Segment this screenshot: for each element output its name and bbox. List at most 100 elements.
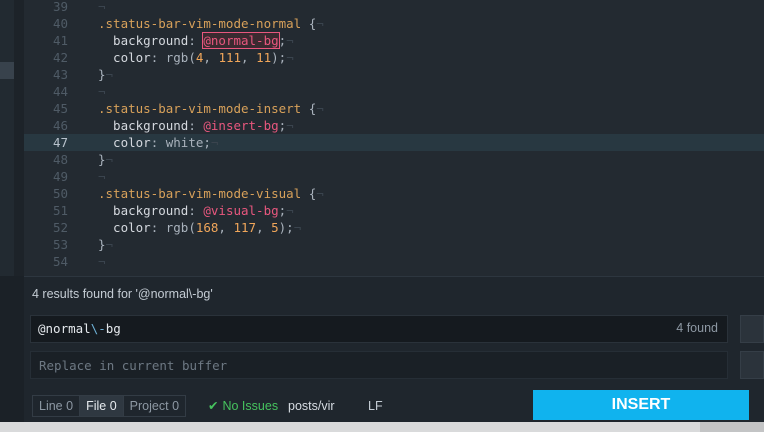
scope-tab-project[interactable]: Project 0 [123, 396, 186, 416]
invisible-eol-marker: ¬ [316, 101, 324, 116]
file-path[interactable]: posts/vir [288, 395, 335, 417]
code-token: } [98, 152, 106, 167]
scope-count: 0 [172, 399, 180, 413]
code-line[interactable]: 47 color: white;¬ [24, 134, 764, 151]
line-code: }¬ [98, 151, 113, 168]
code-token: 117 [233, 220, 257, 235]
scope-label: Line [39, 399, 63, 413]
code-token: : white; [150, 135, 211, 150]
code-token: : [188, 33, 204, 48]
invisible-eol-marker: ¬ [286, 118, 294, 133]
line-code: ¬ [98, 168, 106, 185]
line-code: color: rgb(168, 117, 5);¬ [98, 219, 301, 236]
tree-selected-item[interactable] [0, 62, 14, 79]
invisible-eol-marker: ¬ [316, 16, 324, 31]
find-input[interactable] [30, 315, 728, 343]
invisible-eol-marker: ¬ [105, 67, 114, 82]
replace-next-button[interactable] [740, 351, 764, 379]
left-panel-lower [0, 276, 24, 422]
invisible-eol-marker: ¬ [286, 33, 294, 48]
line-code: }¬ [98, 66, 113, 83]
line-code: }¬ [98, 236, 113, 253]
code-token: @visual-bg [203, 203, 279, 218]
find-count: 4 found [676, 321, 718, 335]
invisible-eol-marker: ¬ [293, 220, 302, 235]
code-token: } [98, 67, 106, 82]
line-number: 45 [52, 101, 68, 116]
code-token: 168 [195, 220, 219, 235]
tree-view-edge [14, 0, 24, 276]
invisible-eol-marker: ¬ [98, 0, 106, 14]
linter-status[interactable]: ✔ No Issues [208, 395, 278, 417]
line-code: .status-bar-vim-mode-insert {¬ [98, 100, 324, 117]
line-code: ¬ [98, 253, 106, 270]
line-code: color: white;¬ [98, 134, 218, 151]
code-token: : rgb( [150, 220, 196, 235]
code-token: .status-bar-vim-mode-visual [98, 186, 302, 201]
line-number: 43 [52, 67, 68, 82]
code-line[interactable]: 51 background: @visual-bg;¬ [24, 202, 764, 219]
invisible-eol-marker: ¬ [316, 186, 324, 201]
code-line[interactable]: 52 color: rgb(168, 117, 5);¬ [24, 219, 764, 236]
code-line[interactable]: 42 color: rgb(4, 111, 11);¬ [24, 49, 764, 66]
issues-text: No Issues [222, 399, 279, 413]
code-token: color [98, 135, 151, 150]
scope-label: File [86, 399, 107, 413]
code-line[interactable]: 50 .status-bar-vim-mode-visual {¬ [24, 185, 764, 202]
code-token: { [301, 16, 317, 31]
line-code: color: rgb(4, 111, 11);¬ [98, 49, 294, 66]
code-token: 11 [256, 50, 272, 65]
code-token: .status-bar-vim-mode-insert [98, 101, 302, 116]
invisible-eol-marker: ¬ [98, 254, 106, 269]
code-token: .status-bar-vim-mode-normal [98, 16, 302, 31]
code-token: ); [271, 50, 287, 65]
find-next-button[interactable] [740, 315, 764, 343]
code-token: background [98, 203, 189, 218]
line-number: 40 [52, 16, 68, 31]
code-line[interactable]: 49 ¬ [24, 168, 764, 185]
code-line[interactable]: 53 }¬ [24, 236, 764, 253]
line-code: ¬ [98, 83, 106, 100]
code-line[interactable]: 39 ¬ [24, 0, 764, 15]
code-token: : [188, 118, 204, 133]
code-token: , [256, 220, 272, 235]
invisible-eol-marker: ¬ [210, 135, 219, 150]
line-number: 39 [52, 0, 68, 14]
code-token: 5 [271, 220, 279, 235]
code-line[interactable]: 46 background: @insert-bg;¬ [24, 117, 764, 134]
code-token: : [188, 203, 204, 218]
code-line[interactable]: 43}¬ [24, 66, 764, 83]
line-number: 41 [52, 33, 68, 48]
line-number: 47 [52, 135, 68, 150]
code-token: ); [278, 220, 294, 235]
window-bottom-strip [0, 422, 764, 432]
line-number: 53 [52, 237, 68, 252]
line-number: 44 [52, 84, 68, 99]
code-editor[interactable]: 39 ¬ 40 .status-bar-vim-mode-normal {¬ 41 ba… [24, 0, 764, 276]
replace-input[interactable] [30, 351, 728, 379]
code-line[interactable]: 54 ¬ [24, 253, 764, 270]
code-line[interactable]: 44 ¬ [24, 83, 764, 100]
line-number: 52 [52, 220, 68, 235]
code-line[interactable]: 41 background: @normal-bg;¬ [24, 32, 764, 49]
code-token: { [301, 101, 317, 116]
vim-mode-indicator: INSERT [533, 390, 749, 420]
code-token: background [98, 33, 189, 48]
window-bottom-strip-right [700, 422, 764, 432]
line-ending[interactable]: LF [368, 395, 383, 417]
code-line[interactable]: 40 .status-bar-vim-mode-normal {¬ [24, 15, 764, 32]
invisible-eol-marker: ¬ [98, 169, 106, 184]
invisible-eol-marker: ¬ [286, 203, 294, 218]
code-token: { [301, 186, 317, 201]
code-line[interactable]: 48}¬ [24, 151, 764, 168]
scope-count: 0 [109, 399, 117, 413]
scope-count: 0 [66, 399, 74, 413]
line-number: 46 [52, 118, 68, 133]
scope-tab-file[interactable]: File 0 [80, 396, 124, 416]
scope-label: Project [129, 399, 169, 413]
line-code: .status-bar-vim-mode-visual {¬ [98, 185, 324, 202]
scope-tab-line[interactable]: Line 0 [33, 396, 81, 416]
code-line[interactable]: 45 .status-bar-vim-mode-insert {¬ [24, 100, 764, 117]
code-token: , [203, 50, 219, 65]
line-number: 54 [52, 254, 68, 269]
